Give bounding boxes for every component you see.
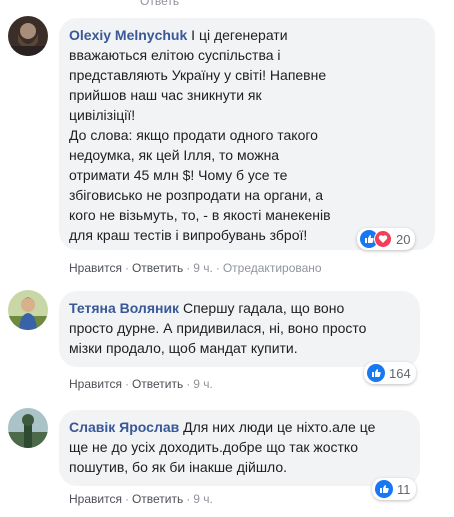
comment-text-line: збіговисько не розпродати на органи, а bbox=[69, 187, 324, 203]
comment-text-line: Для них люди це ніхто.але це bbox=[183, 419, 376, 435]
reaction-count: 11 bbox=[397, 481, 411, 497]
comment-text-line: пошутив, бо як би інакше дійшло. bbox=[69, 459, 288, 475]
comment-text-line: для краш тестів і випробувань зброї! bbox=[69, 227, 308, 243]
comment-text-line: ще не до усіх доходить.добре що так жост… bbox=[69, 439, 358, 455]
comment-author[interactable]: Славік Ярослав bbox=[69, 419, 179, 435]
comment-text-line: І ці дегенерати bbox=[191, 27, 288, 43]
reply-link[interactable]: Ответить bbox=[132, 377, 183, 391]
comment-text-line: недоумка, як цей Ілля, то можна bbox=[69, 147, 280, 163]
avatar[interactable] bbox=[8, 408, 48, 448]
reply-link[interactable]: Ответить bbox=[132, 492, 183, 506]
comment-text-line: кого не візьмуть, то, - в якості манекен… bbox=[69, 207, 331, 223]
like-link[interactable]: Нравится bbox=[69, 261, 122, 275]
comment-text-line: цивілізіції! bbox=[69, 107, 136, 123]
comment-bubble: Тетяна Воляник Спершу гадала, що воно пр… bbox=[59, 291, 420, 367]
comment-text-line: Спершу гадала, що воно bbox=[182, 300, 345, 316]
avatar[interactable] bbox=[8, 16, 48, 56]
edited-label[interactable]: Отредактировано bbox=[223, 261, 322, 275]
comment-bubble: Славік Ярослав Для них люди це ніхто.але… bbox=[59, 410, 420, 486]
comment-actions: Нравится · Ответить · 9 ч. · Отредактировано bbox=[69, 261, 322, 275]
comment-text-line: представляють Україну у світі! Напевне bbox=[69, 67, 327, 83]
reply-link[interactable]: Ответить bbox=[132, 261, 183, 275]
reactions-summary[interactable]: 11 bbox=[372, 478, 416, 500]
like-icon bbox=[367, 364, 385, 382]
like-icon bbox=[375, 480, 393, 498]
previous-comment-actions-fragment: Ответь bbox=[140, 0, 180, 8]
comment-text-line: отримати 45 млн $! Чому б усе те bbox=[69, 167, 288, 183]
reaction-count: 164 bbox=[389, 365, 411, 381]
timestamp[interactable]: 9 ч. bbox=[193, 377, 213, 391]
avatar[interactable] bbox=[8, 290, 48, 330]
comment-text-line: мізки продало, щоб мандат купити. bbox=[69, 340, 298, 356]
reactions-summary[interactable]: 20 bbox=[357, 228, 416, 250]
like-link[interactable]: Нравится bbox=[69, 377, 122, 391]
comment-actions: Нравится · Ответить · 9 ч. bbox=[69, 377, 213, 391]
timestamp[interactable]: 9 ч. bbox=[193, 492, 213, 506]
timestamp[interactable]: 9 ч. bbox=[193, 261, 213, 275]
like-link[interactable]: Нравится bbox=[69, 492, 122, 506]
comment-text-line: просто дурне. А придивилася, ні, воно пр… bbox=[69, 320, 367, 336]
comment-bubble: Olexiy Melnychuk І ці дегенерати вважают… bbox=[59, 18, 435, 250]
reactions-summary[interactable]: 164 bbox=[364, 362, 416, 384]
love-icon bbox=[374, 230, 392, 248]
comment-text-line: До слова: якщо продати одного такого bbox=[69, 127, 318, 143]
comment-author[interactable]: Тетяна Воляник bbox=[69, 300, 179, 316]
comment-author[interactable]: Olexiy Melnychuk bbox=[69, 27, 187, 43]
comment-text-line: прийшов наш час зникнути як bbox=[69, 87, 262, 103]
comment-actions: Нравится · Ответить · 9 ч. bbox=[69, 492, 213, 506]
reaction-count: 20 bbox=[396, 231, 411, 247]
comment-text-line: вважаються елітою суспільства і bbox=[69, 47, 281, 63]
